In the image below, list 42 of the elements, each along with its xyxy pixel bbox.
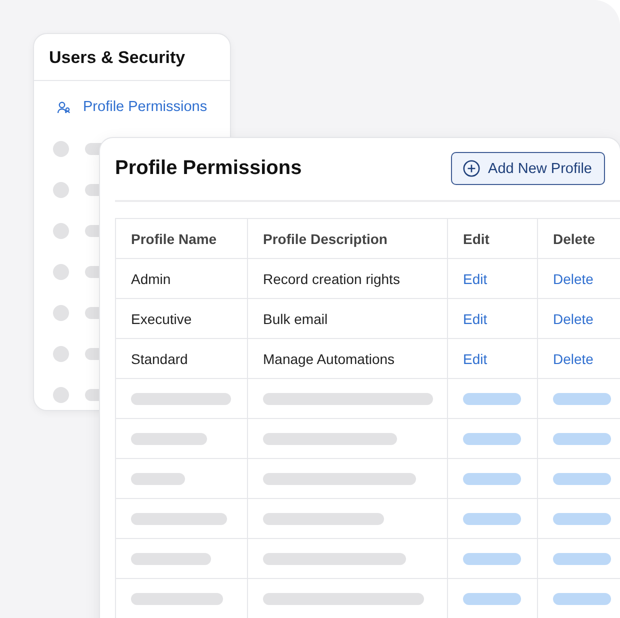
sidebar-item[interactable]: Profile Permissions [53,95,230,119]
placeholder-bar [463,472,521,484]
add-button[interactable]: Add New Profile [451,152,605,185]
table-cell: Bulk email [248,299,448,339]
table-cell: Admin [116,259,248,299]
delete-link[interactable]: Delete [553,310,594,326]
panel-title: Profile Permissions [115,157,302,180]
placeholder-bar [463,592,521,604]
placeholder-bar [463,512,521,524]
edit-link[interactable]: Edit [463,270,488,286]
placeholder-bar [463,432,521,444]
placeholder-bar [463,552,521,564]
edit-link[interactable]: Edit [463,350,488,366]
placeholder-bar [553,472,611,484]
column-header: Profile Description [248,219,448,259]
placeholder-bar [553,592,611,604]
placeholder-dot [53,346,69,362]
delete-link[interactable]: Delete [553,350,594,366]
table-cell: Standard [116,339,248,379]
plus-circle-icon [463,160,480,177]
column-header: Profile Name [116,219,248,259]
table-cell: Record creation rights [248,259,448,299]
column-header: Edit [448,219,538,259]
placeholder-bar [553,552,611,564]
placeholder-dot [53,182,69,198]
placeholder-dot [53,222,69,238]
sidebar-title: Users & Security [34,34,230,81]
placeholder-bar [553,512,611,524]
placeholder-dot [53,386,69,402]
placeholder-bar [553,392,611,404]
table-cell: Executive [116,299,248,339]
users-icon [57,100,71,114]
placeholder-bar [131,472,185,484]
placeholder-bar [553,432,611,444]
placeholder-dot [53,140,69,156]
delete-link[interactable]: Delete [553,270,594,286]
table-cell: Manage Automations [248,339,448,379]
placeholder-dot [53,264,69,280]
placeholder-bar [463,392,521,404]
placeholder-dot [53,304,69,320]
edit-link[interactable]: Edit [463,310,488,326]
column-header: Delete [538,219,620,259]
